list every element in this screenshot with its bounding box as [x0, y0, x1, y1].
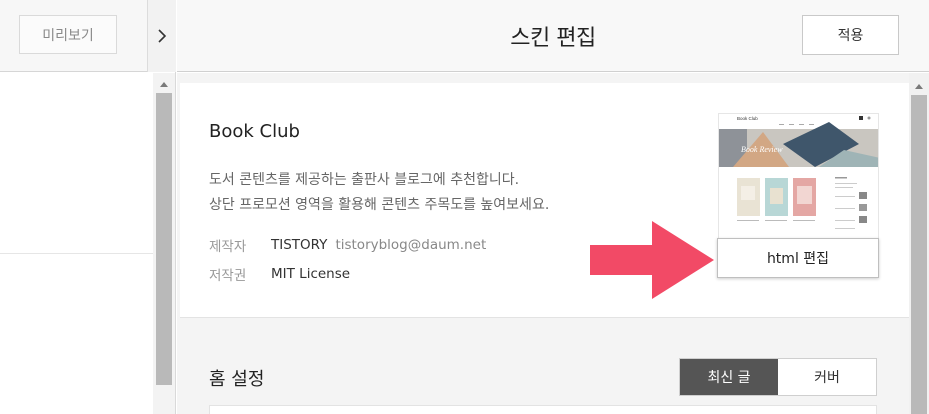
left-divider: [0, 253, 153, 254]
left-panel-content: [0, 73, 153, 414]
apply-button[interactable]: 적용: [802, 15, 899, 55]
chevron-right-icon: [158, 29, 167, 43]
html-edit-button[interactable]: html 편집: [717, 238, 879, 278]
editor-header: 스킨 편집 적용: [177, 0, 929, 72]
scroll-up-arrow-icon[interactable]: [909, 77, 929, 95]
left-scrollbar-thumb[interactable]: [156, 93, 172, 385]
skin-thumbnail-image: Book Club Book Review: [719, 114, 878, 238]
author-label: 제작자: [209, 239, 247, 255]
home-settings-panel: [209, 405, 877, 414]
home-type-toggle[interactable]: 최신 글 커버: [679, 358, 877, 396]
scroll-up-arrow-icon[interactable]: [153, 75, 175, 93]
toggle-cover[interactable]: 커버: [778, 359, 876, 395]
left-panel: 미리보기: [0, 0, 176, 414]
skin-name: Book Club: [209, 121, 300, 142]
thumbnail-banner-text: Book Review: [741, 145, 783, 154]
skin-info-card: Book Club 도서 콘텐츠를 제공하는 출판사 블로그에 추천합니다. 상…: [180, 83, 909, 318]
copyright-label: 저작권: [209, 268, 247, 284]
home-settings-title: 홈 설정: [209, 369, 265, 390]
home-settings-section: 홈 설정 최신 글 커버: [177, 328, 909, 414]
toggle-latest-posts[interactable]: 최신 글: [680, 359, 778, 395]
thumbnail-site-title: Book Club: [737, 116, 758, 121]
author-row: 제작자 TISTORY tistoryblog@daum.net: [209, 235, 486, 255]
main-scrollbar-thumb[interactable]: [911, 95, 927, 414]
license-row: 저작권 MIT License: [209, 264, 350, 284]
skin-description-line: 도서 콘텐츠를 제공하는 출판사 블로그에 추천합니다.: [209, 172, 520, 188]
arrow-right-icon: [590, 221, 714, 299]
preview-button[interactable]: 미리보기: [19, 15, 117, 54]
main-content: Book Club 도서 콘텐츠를 제공하는 출판사 블로그에 추천합니다. 상…: [177, 73, 909, 414]
skin-thumbnail: Book Club Book Review: [718, 113, 879, 239]
license-value: MIT License: [271, 266, 351, 282]
main-scrollbar[interactable]: [909, 73, 929, 414]
author-name: TISTORY: [271, 237, 328, 253]
collapse-panel-button[interactable]: [147, 0, 176, 72]
left-scrollbar[interactable]: [153, 73, 175, 414]
skin-description-line: 상단 프로모션 영역을 활용해 콘텐츠 주목도를 높여보세요.: [209, 197, 550, 213]
skin-description: 도서 콘텐츠를 제공하는 출판사 블로그에 추천합니다. 상단 프로모션 영역을…: [209, 168, 549, 218]
left-panel-header: 미리보기: [0, 0, 176, 72]
author-email: tistoryblog@daum.net: [335, 237, 487, 253]
